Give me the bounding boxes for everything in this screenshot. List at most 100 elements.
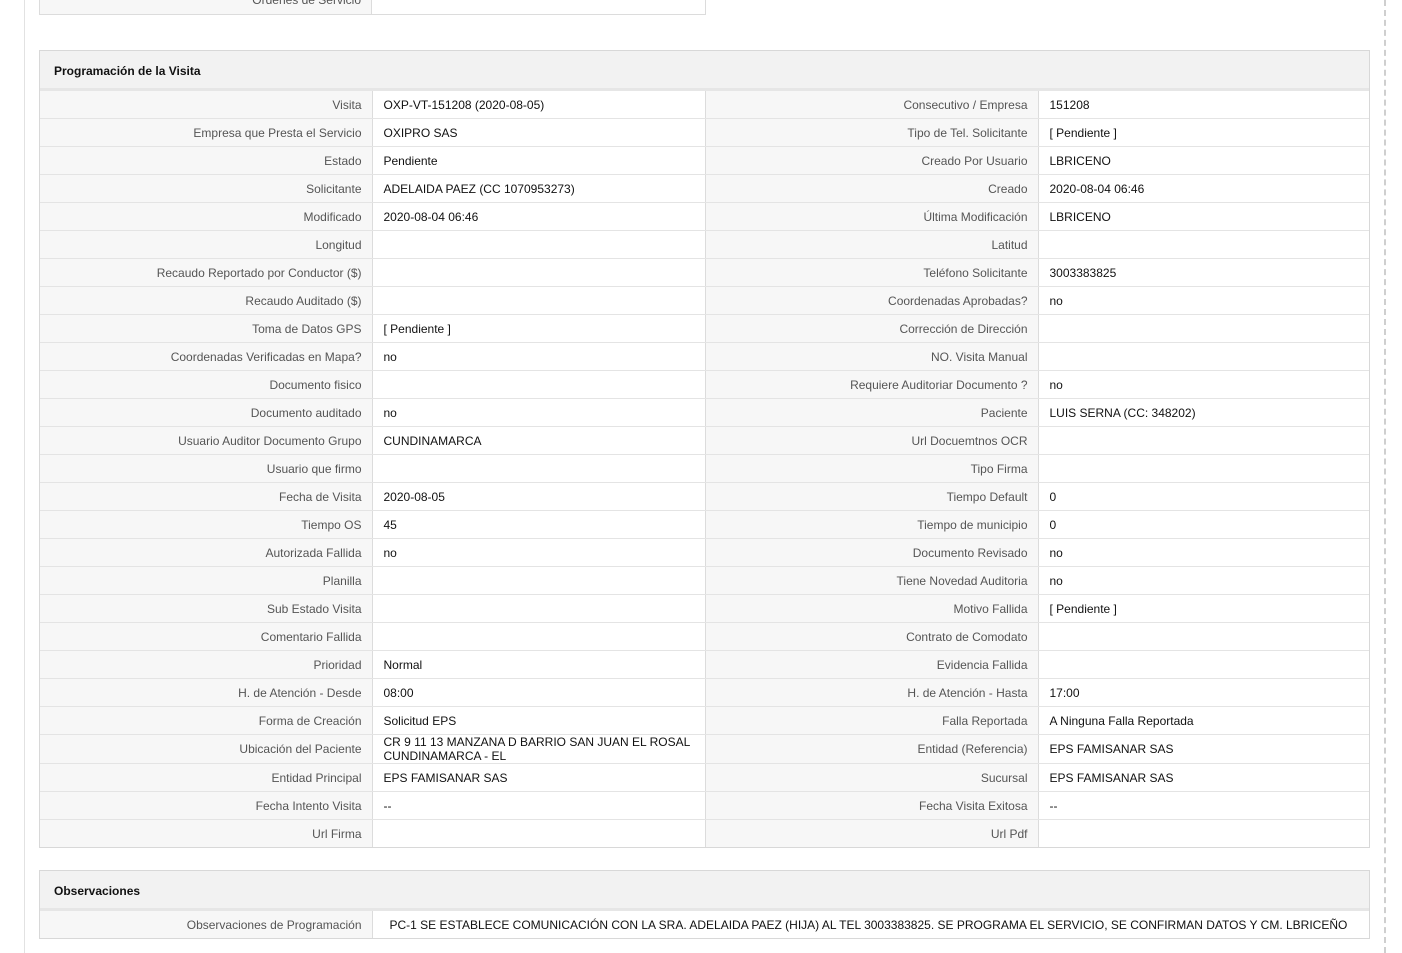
field-value — [1038, 650, 1369, 679]
field-label: Documento auditado — [40, 398, 373, 427]
field-label: Fecha de Visita — [40, 482, 373, 511]
field-value: 151208 — [1038, 91, 1369, 119]
field-row: Fecha Intento Visita -- Fecha Visita Exito… — [40, 791, 1369, 820]
field-row: Toma de Datos GPS [ Pendiente ] Corrección… — [40, 314, 1369, 343]
field-value-text: no — [383, 545, 397, 560]
field-label: Creado — [705, 174, 1039, 203]
field-value — [372, 819, 706, 847]
field-label: Latitud — [705, 230, 1039, 259]
field-value-text: A Ninguna Falla Reportada — [1049, 713, 1194, 728]
field-value — [372, 594, 706, 623]
field-value-text: EPS FAMISANAR SAS — [1049, 742, 1174, 756]
field-label: Tiempo OS — [40, 510, 373, 539]
field-value — [372, 258, 706, 287]
field-value — [372, 230, 706, 259]
field-label: Autorizada Fallida — [40, 538, 373, 567]
field-label: H. de Atención - Hasta — [705, 678, 1039, 707]
field-row: Ubicación del Paciente CR 9 11 13 MANZANA… — [40, 734, 1369, 764]
field-label: Tiempo de municipio — [705, 510, 1039, 539]
field-value: LUIS SERNA (CC: 348202) — [1038, 398, 1369, 427]
field-label: Recaudo Auditado ($) — [40, 286, 373, 315]
field-label: Paciente — [705, 398, 1039, 427]
field-row: Longitud Latitud — [40, 230, 1369, 259]
field-value: no — [1038, 370, 1369, 399]
field-label: Última Modificación — [705, 202, 1039, 231]
field-value-text: 151208 — [1049, 97, 1090, 112]
field-value: no — [1038, 286, 1369, 315]
field-value: -- — [1038, 791, 1369, 820]
field-label: Motivo Fallida — [705, 594, 1039, 623]
field-value — [1038, 454, 1369, 483]
field-row: Sub Estado Visita Motivo Fallida [ Pendien… — [40, 594, 1369, 623]
field-label: Creado Por Usuario — [705, 146, 1039, 175]
field-row: Coordenadas Verificadas en Mapa? no NO. V… — [40, 342, 1369, 371]
field-label: Tipo de Tel. Solicitante — [705, 118, 1039, 147]
field-row: Planilla Tiene Novedad Auditoria no — [40, 566, 1369, 595]
field-row: H. de Atención - Desde 08:00 H. de Atenció… — [40, 678, 1369, 707]
field-row: Recaudo Reportado por Conductor ($) Teléf… — [40, 258, 1369, 287]
field-value-text: 0 — [1049, 517, 1057, 532]
field-value-text: LBRICENO — [1049, 209, 1111, 224]
field-label: Coordenadas Verificadas en Mapa? — [40, 342, 373, 371]
field-value-text: no — [383, 349, 397, 364]
right-dashed-border — [1384, 0, 1386, 953]
field-value: [ Pendiente ] — [372, 314, 706, 343]
field-label: Evidencia Fallida — [705, 650, 1039, 679]
observaciones-section: Observaciones Observaciones de Programac… — [39, 870, 1370, 939]
field-value: no — [372, 538, 706, 567]
field-value-text: EPS FAMISANAR SAS — [383, 770, 508, 785]
field-label: Usuario que firmo — [40, 454, 373, 483]
field-label: Teléfono Solicitante — [705, 258, 1039, 287]
field-label: Sub Estado Visita — [40, 594, 373, 623]
field-value — [372, 370, 706, 399]
field-value-text: 17:00 — [1049, 685, 1080, 700]
field-value-text: ADELAIDA PAEZ (CC 1070953273) — [383, 181, 575, 196]
field-row: Autorizada Fallida no Documento Revisado … — [40, 538, 1369, 567]
field-value-text: CR 9 11 13 MANZANA D BARRIO SAN JUAN EL … — [383, 735, 690, 763]
field-value-text: OXP-VT-151208 (2020-08-05) — [383, 97, 545, 112]
field-value-text: 0 — [1049, 489, 1057, 504]
field-value-text: Solicitud EPS — [383, 713, 457, 728]
field-value — [372, 566, 706, 595]
field-row: Fecha de Visita 2020-08-05 Tiempo Default… — [40, 482, 1369, 511]
field-value-text: LUIS SERNA (CC: 348202) — [1049, 405, 1196, 420]
field-value — [1038, 342, 1369, 371]
field-label: Modificado — [40, 202, 373, 231]
field-label: Recaudo Reportado por Conductor ($) — [40, 258, 373, 287]
field-value: -- — [372, 791, 706, 820]
field-label: Falla Reportada — [705, 706, 1039, 735]
programacion-title: Programación de la Visita — [40, 51, 1369, 91]
page: Órdenes de Servicio Programación de la V… — [0, 0, 1402, 953]
field-value: 2020-08-04 06:46 — [1038, 174, 1369, 203]
field-value: 2020-08-05 — [372, 482, 706, 511]
field-label: Prioridad — [40, 650, 373, 679]
field-row: Modificado 2020-08-04 06:46 Última Modific… — [40, 202, 1369, 231]
field-row: Documento auditado no Paciente LUIS SERNA … — [40, 398, 1369, 427]
field-value — [1038, 314, 1369, 343]
field-row: Url Firma Url Pdf — [40, 819, 1369, 847]
field-row: Comentario Fallida Contrato de Comodato — [40, 622, 1369, 651]
field-label: Documento Revisado — [705, 538, 1039, 567]
field-label: Url Docuemtnos OCR — [705, 426, 1039, 455]
field-label: Comentario Fallida — [40, 622, 373, 651]
field-label: Sucursal — [705, 763, 1039, 792]
field-value: EPS FAMISANAR SAS — [1038, 763, 1369, 792]
field-row: Prioridad Normal Evidencia Fallida — [40, 650, 1369, 679]
field-value: no — [1038, 538, 1369, 567]
ordenes-servicio-row: Órdenes de Servicio — [39, 0, 706, 15]
field-value: 3003383825 — [1038, 258, 1369, 287]
field-value-text: LBRICENO — [1049, 153, 1111, 168]
field-label: Ubicación del Paciente — [40, 734, 373, 764]
field-label: Tiene Novedad Auditoria — [705, 566, 1039, 595]
field-value: [ Pendiente ] — [1038, 118, 1369, 147]
observaciones-table: Observaciones de Programación PC-1 SE ES… — [40, 911, 1369, 938]
field-value: 2020-08-04 06:46 — [372, 202, 706, 231]
field-label: Estado — [40, 146, 373, 175]
field-value: 08:00 — [372, 678, 706, 707]
field-value — [1038, 426, 1369, 455]
field-row: Forma de Creación Solicitud EPS Falla Repo… — [40, 706, 1369, 735]
field-value-text: no — [1049, 293, 1063, 308]
field-value-text: [ Pendiente ] — [383, 321, 451, 336]
field-row: Empresa que Presta el Servicio OXIPRO SAS… — [40, 118, 1369, 147]
field-label: Planilla — [40, 566, 373, 595]
